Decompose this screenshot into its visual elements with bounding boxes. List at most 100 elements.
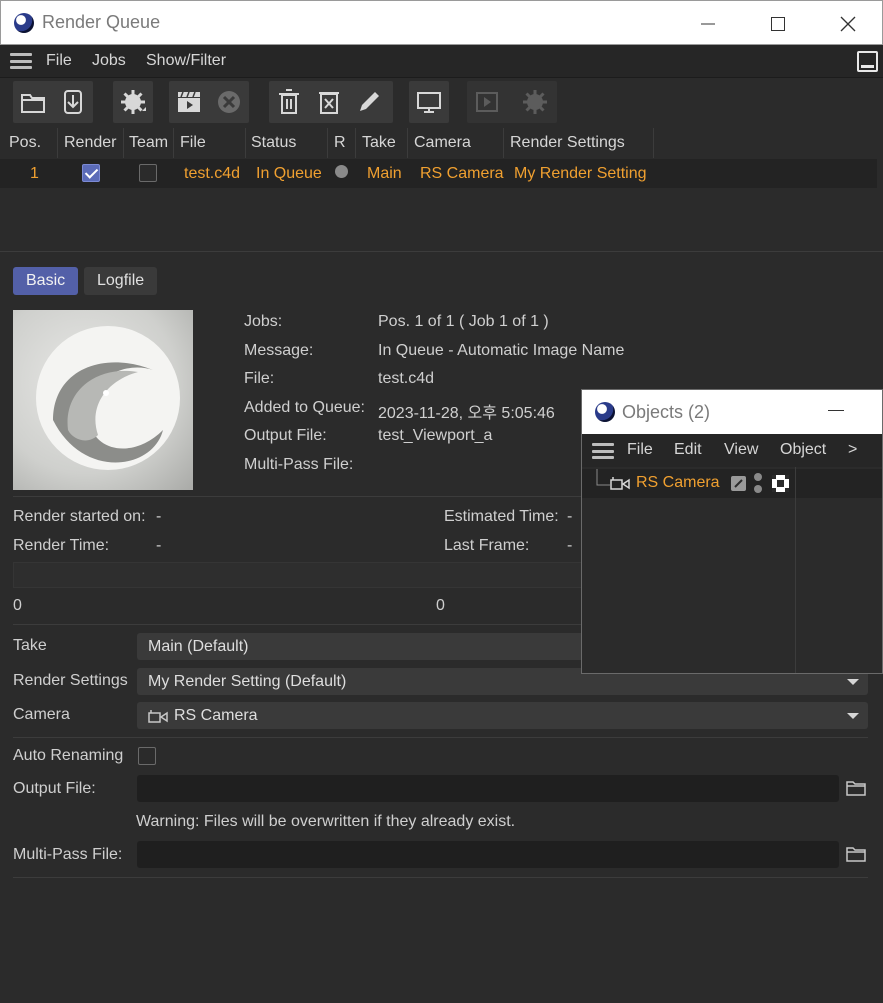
disabled-settings-button[interactable] xyxy=(515,81,555,123)
tab-logfile[interactable]: Logfile xyxy=(84,267,158,295)
column-pos[interactable]: Pos. xyxy=(0,128,58,158)
output-file-info-value: test_Viewport_a xyxy=(378,427,493,444)
maximize-icon xyxy=(771,16,785,31)
objects-title-bar: Objects (2) xyxy=(582,390,882,434)
object-name: RS Camera xyxy=(636,474,720,491)
column-file[interactable]: File xyxy=(174,128,246,158)
redshift-tag-icon[interactable] xyxy=(772,475,789,492)
row-pos: 1 xyxy=(30,165,39,182)
column-take[interactable]: Take xyxy=(356,128,408,158)
panel-layout-icon[interactable] xyxy=(857,51,878,72)
chevron-down-icon xyxy=(847,679,859,685)
column-render-settings[interactable]: Render Settings xyxy=(504,128,654,158)
window-title: Render Queue xyxy=(42,12,161,32)
camera-dropdown[interactable]: RS Camera xyxy=(137,702,868,729)
play-viewer-button[interactable] xyxy=(467,81,507,123)
menu-file[interactable]: File xyxy=(46,52,72,70)
objects-panel: Objects (2) File Edit View Object > RS C… xyxy=(581,389,883,674)
render-progress-bar xyxy=(13,562,583,588)
menu-show-filter[interactable]: Show/Filter xyxy=(146,52,226,70)
render-checkbox[interactable] xyxy=(82,164,100,182)
play-viewer-icon xyxy=(476,92,498,112)
object-list-item[interactable]: RS Camera xyxy=(582,469,882,498)
progress-start-value: 0 xyxy=(13,597,22,614)
take-value: Main (Default) xyxy=(148,638,249,655)
picture-viewer-button[interactable] xyxy=(409,81,449,123)
edit-layer-icon[interactable] xyxy=(731,476,746,491)
menu-overflow-chevron-icon[interactable]: > xyxy=(848,441,857,459)
objects-menu-view[interactable]: View xyxy=(724,441,758,459)
team-checkbox[interactable] xyxy=(139,164,157,182)
column-camera[interactable]: Camera xyxy=(408,128,504,158)
close-button[interactable] xyxy=(813,1,883,46)
menu-jobs[interactable]: Jobs xyxy=(92,52,126,70)
tab-basic[interactable]: Basic xyxy=(13,267,79,295)
added-to-queue-value: 2023-11-28, 오후 5:05:46 xyxy=(378,405,555,422)
cinema4d-logo-icon xyxy=(14,13,34,33)
monitor-icon xyxy=(417,92,441,113)
toolbar-group-edit xyxy=(269,81,393,123)
render-time-value: - xyxy=(156,537,162,554)
gear-disabled-icon xyxy=(523,90,547,114)
jobs-value: Pos. 1 of 1 ( Job 1 of 1 ) xyxy=(378,313,549,330)
multipass-file-label: Multi-Pass File: xyxy=(13,846,123,863)
objects-menu-object[interactable]: Object xyxy=(780,441,826,459)
column-team[interactable]: Team xyxy=(124,128,174,158)
render-settings-label: Render Settings xyxy=(13,672,128,689)
folder-icon[interactable] xyxy=(846,846,866,862)
section-divider xyxy=(13,877,868,878)
stop-render-button[interactable] xyxy=(209,81,249,123)
import-button[interactable] xyxy=(53,81,93,123)
column-r[interactable]: R xyxy=(328,128,356,158)
column-status[interactable]: Status xyxy=(246,128,328,158)
objects-menu-edit[interactable]: Edit xyxy=(674,441,702,459)
row-file: test.c4d xyxy=(184,165,241,182)
message-label: Message: xyxy=(244,342,314,359)
pencil-icon xyxy=(360,92,379,111)
open-folder-button[interactable] xyxy=(13,81,53,123)
menu-bar: File Jobs Show/Filter xyxy=(0,45,883,78)
auto-renaming-checkbox[interactable] xyxy=(138,747,156,765)
hamburger-menu-icon[interactable] xyxy=(592,443,614,459)
column-divider xyxy=(795,467,796,673)
toolbar-group-disabled xyxy=(467,81,557,123)
minimize-icon[interactable] xyxy=(828,410,844,411)
chevron-down-icon xyxy=(847,713,859,719)
cinema4d-logo-icon xyxy=(595,402,615,422)
start-render-button[interactable] xyxy=(169,81,209,123)
tree-branch-icon xyxy=(596,469,610,486)
auto-renaming-label: Auto Renaming xyxy=(13,747,124,764)
file-value: test.c4d xyxy=(378,370,435,387)
toolbar xyxy=(0,79,883,124)
estimated-time-label: Estimated Time: xyxy=(444,508,559,525)
section-divider xyxy=(0,251,883,252)
take-label: Take xyxy=(13,637,47,654)
job-table-header: Pos. Render Team File Status R Take Came… xyxy=(0,128,883,158)
minimize-button[interactable] xyxy=(673,1,743,46)
output-file-label: Output File: xyxy=(13,780,96,797)
render-settings-button[interactable] xyxy=(113,81,153,123)
table-row[interactable]: 1 test.c4d In Queue Main RS Camera My Re… xyxy=(0,159,877,188)
maximize-button[interactable] xyxy=(743,1,813,46)
row-take: Main xyxy=(367,165,402,182)
render-status-dot xyxy=(335,165,348,178)
camera-value: RS Camera xyxy=(174,707,258,724)
delete-all-button[interactable] xyxy=(269,81,309,123)
edit-job-button[interactable] xyxy=(349,81,389,123)
folder-icon[interactable] xyxy=(846,780,866,796)
folder-icon xyxy=(21,94,45,113)
visibility-dots-icon[interactable] xyxy=(753,472,763,494)
column-render[interactable]: Render xyxy=(58,128,124,158)
multipass-file-input[interactable] xyxy=(137,841,839,868)
hamburger-menu-icon[interactable] xyxy=(10,53,32,69)
output-file-input[interactable] xyxy=(137,775,839,802)
title-bar: Render Queue xyxy=(0,0,883,45)
multipass-info-label: Multi-Pass File: xyxy=(244,456,354,473)
objects-menu-bar: File Edit View Object > xyxy=(582,434,882,467)
delete-job-button[interactable] xyxy=(309,81,349,123)
last-frame-label: Last Frame: xyxy=(444,537,530,554)
render-started-label: Render started on: xyxy=(13,508,146,525)
jobs-label: Jobs: xyxy=(244,313,283,330)
camera-icon xyxy=(610,477,630,490)
objects-menu-file[interactable]: File xyxy=(627,441,653,459)
